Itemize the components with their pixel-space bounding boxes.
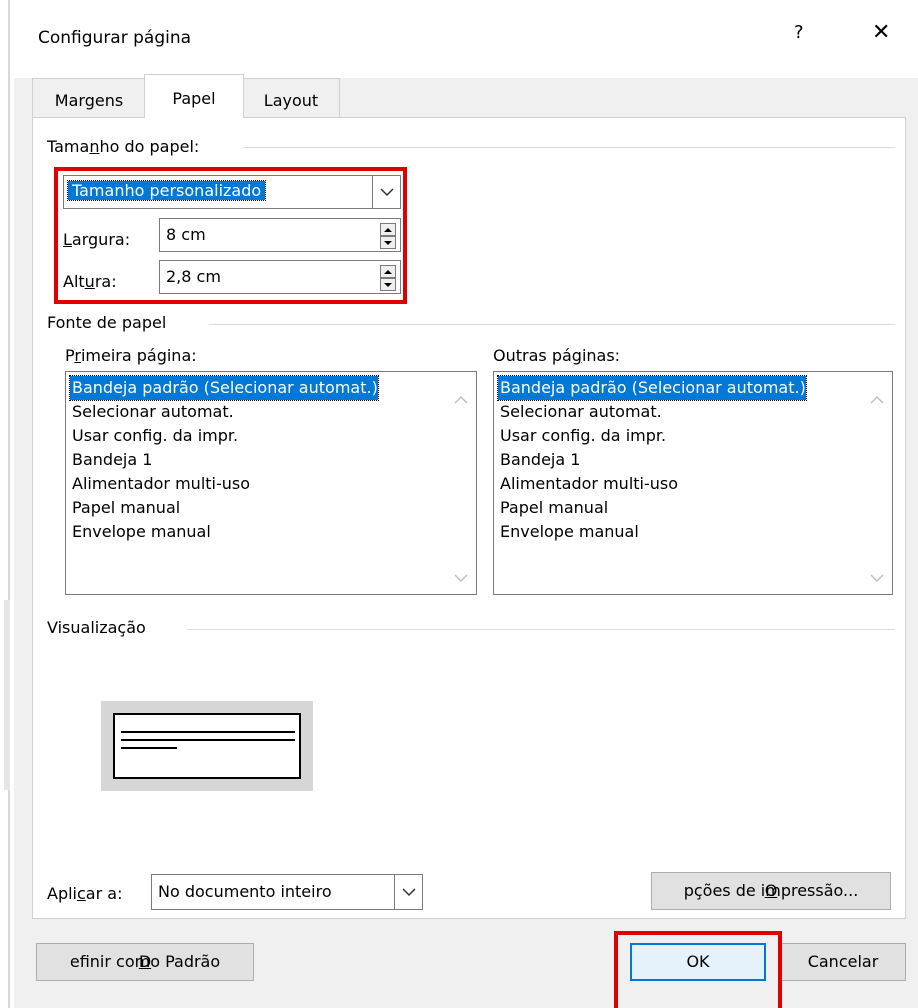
background-window-edge — [8, 0, 10, 1008]
scroll-down-icon[interactable] — [870, 568, 888, 587]
list-item[interactable]: Bandeja padrão (Selecionar automat.) — [69, 375, 379, 401]
list-item[interactable]: Selecionar automat. — [498, 400, 662, 424]
list-item[interactable]: Papel manual — [70, 496, 180, 520]
width-value: 8 cm — [166, 225, 206, 244]
ok-label: OK — [686, 952, 710, 971]
list-item[interactable]: Alimentador multi-uso — [70, 472, 250, 496]
list-item[interactable]: Usar config. da impr. — [498, 424, 666, 448]
preview-page — [113, 713, 301, 779]
spin-up-icon[interactable] — [380, 265, 396, 278]
height-label: Altura: — [63, 272, 117, 291]
close-button[interactable]: ✕ — [872, 20, 890, 45]
list-item[interactable]: Alimentador multi-uso — [498, 472, 678, 496]
set-default-button[interactable]: Definir como Padrão — [36, 943, 254, 981]
scroll-up-icon[interactable] — [454, 390, 472, 409]
set-default-label: Definir como Padrão — [69, 952, 221, 971]
dialog-title: Configurar página — [38, 28, 192, 48]
cancel-button[interactable]: Cancelar — [780, 943, 906, 981]
height-spin-buttons[interactable] — [380, 265, 396, 291]
list-item[interactable]: Envelope manual — [498, 520, 639, 544]
list-item[interactable]: Usar config. da impr. — [70, 424, 238, 448]
tab-margens[interactable]: Margens — [32, 78, 146, 118]
list-item[interactable]: Envelope manual — [70, 520, 211, 544]
first-page-listbox[interactable]: Bandeja padrão (Selecionar automat.) Sel… — [65, 371, 477, 595]
height-spinner[interactable]: 2,8 cm — [159, 260, 401, 294]
cancel-label: Cancelar — [807, 952, 879, 971]
print-options-label: Opções de impressão... — [683, 881, 859, 900]
papel-tab-panel: Tamanho do papel: Tamanho personalizado … — [32, 117, 906, 919]
first-page-label: Primeira página: — [65, 346, 197, 365]
scroll-down-icon[interactable] — [454, 568, 472, 587]
paper-source-section-label: Fonte de papel — [47, 313, 167, 332]
apply-to-dropdown-button[interactable] — [394, 875, 422, 909]
height-value: 2,8 cm — [166, 267, 221, 286]
page-setup-dialog: Configurar página ? ✕ Margens Papel Layo… — [14, 0, 918, 1008]
width-spin-buttons[interactable] — [380, 223, 396, 249]
list-item[interactable]: Bandeja 1 — [498, 448, 580, 472]
section-divider — [209, 324, 895, 325]
width-label: Largura: — [63, 230, 131, 249]
paper-size-value: Tamanho personalizado — [66, 180, 267, 201]
apply-to-label: Aplicar a: — [47, 884, 123, 903]
tab-label: Layout — [263, 91, 319, 110]
list-item[interactable]: Papel manual — [498, 496, 608, 520]
width-spinner[interactable]: 8 cm — [159, 218, 401, 252]
preview-line — [121, 739, 295, 741]
tab-layout[interactable]: Layout — [242, 78, 340, 118]
other-pages-label: Outras páginas: — [493, 346, 621, 365]
preview-line — [121, 731, 295, 733]
spin-down-icon[interactable] — [380, 278, 396, 291]
tab-label: Papel — [172, 89, 216, 108]
tab-papel[interactable]: Papel — [144, 74, 244, 118]
list-item[interactable]: Selecionar automat. — [70, 400, 234, 424]
apply-to-value: No documento inteiro — [158, 882, 332, 901]
spin-down-icon[interactable] — [380, 236, 396, 249]
paper-size-select[interactable]: Tamanho personalizado — [63, 175, 401, 209]
list-item[interactable]: Bandeja padrão (Selecionar automat.) — [497, 375, 807, 401]
tab-label: Margens — [54, 91, 124, 110]
paper-size-section-label: Tamanho do papel: — [47, 137, 200, 156]
title-bar: Configurar página ? ✕ — [14, 0, 918, 78]
paper-size-dropdown-button[interactable] — [372, 176, 400, 208]
print-options-button[interactable]: Opções de impressão... — [651, 872, 891, 910]
ok-button[interactable]: OK — [630, 943, 766, 981]
apply-to-select[interactable]: No documento inteiro — [151, 874, 423, 910]
other-pages-listbox[interactable]: Bandeja padrão (Selecionar automat.) Sel… — [493, 371, 893, 595]
scroll-up-icon[interactable] — [870, 390, 888, 409]
section-divider — [187, 629, 895, 630]
help-button[interactable]: ? — [794, 22, 804, 43]
list-item[interactable]: Bandeja 1 — [70, 448, 152, 472]
preview-area — [101, 701, 313, 791]
spin-up-icon[interactable] — [380, 223, 396, 236]
section-divider — [243, 147, 895, 148]
preview-line — [121, 747, 177, 749]
preview-section-label: Visualização — [47, 618, 146, 637]
background-window-edge-lower — [4, 600, 10, 790]
